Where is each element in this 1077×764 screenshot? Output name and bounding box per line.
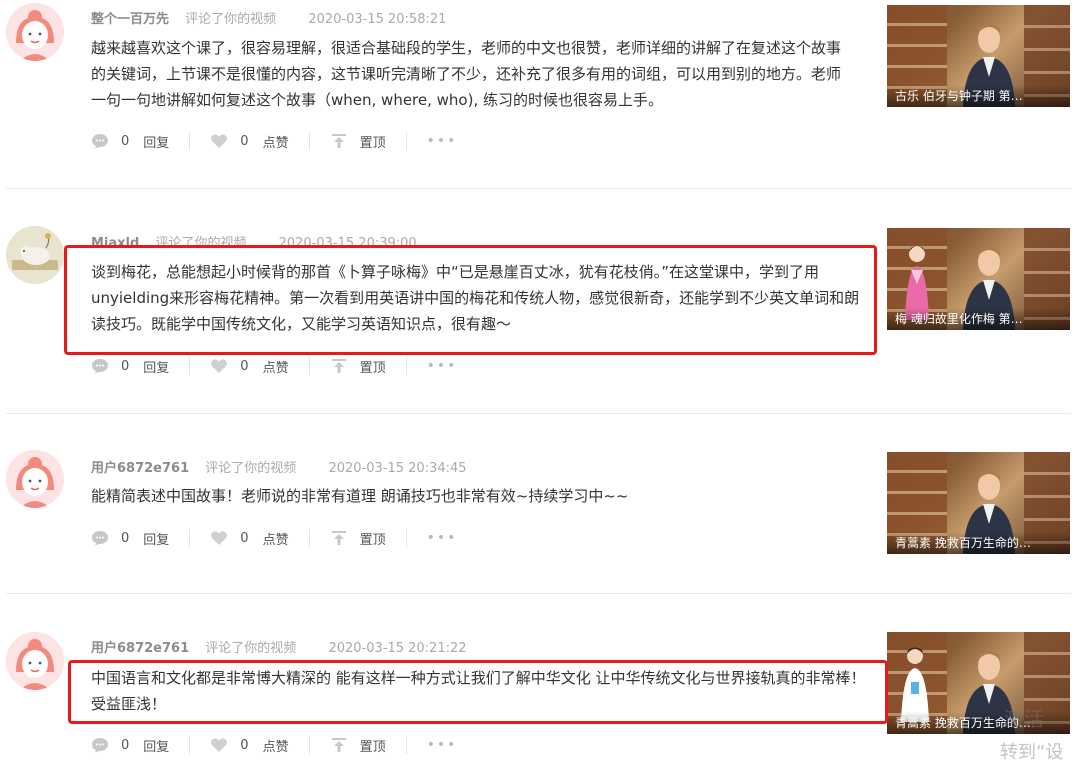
comment-text: 能精简表述中国故事！老师说的非常有道理 朗诵技巧也非常有效~持续学习中~~ <box>91 487 629 505</box>
divider <box>6 188 1071 189</box>
reply-button[interactable]: 0 回复 <box>91 357 169 376</box>
pin-label: 置顶 <box>359 360 386 376</box>
divider <box>308 529 310 547</box>
video-thumbnail[interactable]: 青蒿素 挽救百万生命的… <box>887 452 1070 554</box>
heart-icon <box>210 737 228 753</box>
comment-actions: 0 回复 0 点赞 置顶 ••• <box>91 734 457 756</box>
reply-count: 0 <box>121 737 130 753</box>
more-options-icon[interactable]: ••• <box>427 737 458 753</box>
video-thumbnail[interactable]: 梅 魂归故里化作梅 第… <box>887 228 1070 330</box>
pin-label: 置顶 <box>359 739 386 755</box>
comment-bubble-icon <box>91 530 109 546</box>
comment-action: 评论了你的视频 <box>185 12 277 27</box>
reply-count: 0 <box>121 530 130 546</box>
divider <box>189 357 191 375</box>
like-button[interactable]: 0 点赞 <box>210 132 289 151</box>
heart-icon <box>210 133 228 149</box>
like-label: 点赞 <box>262 739 289 755</box>
comment-meta: 用户6872e761 评论了你的视频 2020-03-15 20:21:22 <box>91 637 467 656</box>
comment-actions: 0 回复 0 点赞 置顶 ••• <box>91 527 457 549</box>
more-options-icon[interactable]: ••• <box>427 358 458 374</box>
cartoon-doctor-image <box>901 647 929 722</box>
reply-button[interactable]: 0 回复 <box>91 132 169 151</box>
divider <box>308 736 310 754</box>
divider <box>405 132 407 150</box>
divider <box>189 529 191 547</box>
pin-button[interactable]: 置顶 <box>330 529 386 548</box>
activation-watermark-sub: 转到“设 <box>1000 742 1064 763</box>
comment-meta: 用户6872e761 评论了你的视频 2020-03-15 20:34:45 <box>91 457 467 476</box>
like-label: 点赞 <box>262 360 289 376</box>
divider <box>6 413 1071 414</box>
pin-button[interactable]: 置顶 <box>330 736 386 755</box>
avatar[interactable] <box>6 450 64 508</box>
timestamp: 2020-03-15 20:58:21 <box>308 12 447 27</box>
divider <box>189 736 191 754</box>
reply-label: 回复 <box>143 739 170 755</box>
avatar[interactable] <box>6 3 64 61</box>
pin-button[interactable]: 置顶 <box>330 132 386 151</box>
more-options-icon[interactable]: ••• <box>427 133 458 149</box>
reply-count: 0 <box>121 358 130 374</box>
comment-meta: 整个一百万先 评论了你的视频 2020-03-15 20:58:21 <box>91 8 447 27</box>
like-button[interactable]: 0 点赞 <box>210 357 289 376</box>
like-button[interactable]: 0 点赞 <box>210 529 289 548</box>
divider <box>6 593 1071 594</box>
pin-top-icon <box>330 133 348 149</box>
heart-icon <box>210 358 228 374</box>
reply-label: 回复 <box>143 532 170 548</box>
highlight-box <box>64 245 877 355</box>
comment-actions: 0 回复 0 点赞 置顶 ••• <box>91 130 457 152</box>
username[interactable]: 用户6872e761 <box>91 641 189 656</box>
divider <box>405 736 407 754</box>
comment-bubble-icon <box>91 737 109 753</box>
video-thumbnail[interactable]: 古乐 伯牙与钟子期 第… <box>887 5 1070 107</box>
more-options-icon[interactable]: ••• <box>427 530 458 546</box>
pin-label: 置顶 <box>359 532 386 548</box>
comment-actions: 0 回复 0 点赞 置顶 ••• <box>91 355 457 377</box>
video-caption: 青蒿素 挽救百万生命的… <box>887 532 1070 554</box>
video-caption: 古乐 伯牙与钟子期 第… <box>887 85 1070 107</box>
reply-label: 回复 <box>143 360 170 376</box>
avatar[interactable] <box>6 226 64 284</box>
pin-top-icon <box>330 358 348 374</box>
comment-action: 评论了你的视频 <box>205 641 297 656</box>
like-label: 点赞 <box>262 135 289 151</box>
activation-watermark: 激活 <box>1004 707 1044 731</box>
username[interactable]: 用户6872e761 <box>91 461 189 476</box>
username[interactable]: 整个一百万先 <box>91 12 169 27</box>
like-count: 0 <box>240 358 249 374</box>
comment-action: 评论了你的视频 <box>205 461 297 476</box>
divider <box>405 529 407 547</box>
highlight-box <box>68 660 888 724</box>
timestamp: 2020-03-15 20:34:45 <box>328 461 467 476</box>
comment-text: 越来越喜欢这个课了，很容易理解，很适合基础段的学生，老师的中文也很赞，老师详细的… <box>91 39 842 109</box>
pin-top-icon <box>330 737 348 753</box>
pin-top-icon <box>330 530 348 546</box>
like-button[interactable]: 0 点赞 <box>210 736 289 755</box>
divider <box>308 357 310 375</box>
heart-icon <box>210 530 228 546</box>
divider <box>189 132 191 150</box>
like-label: 点赞 <box>262 532 289 548</box>
reply-count: 0 <box>121 133 130 149</box>
video-caption: 梅 魂归故里化作梅 第… <box>887 308 1070 330</box>
avatar[interactable] <box>6 632 64 690</box>
comment-bubble-icon <box>91 133 109 149</box>
pin-label: 置顶 <box>359 135 386 151</box>
timestamp: 2020-03-15 20:21:22 <box>328 641 467 656</box>
like-count: 0 <box>240 133 249 149</box>
reply-label: 回复 <box>143 135 170 151</box>
pin-button[interactable]: 置顶 <box>330 357 386 376</box>
comment-bubble-icon <box>91 358 109 374</box>
divider <box>405 357 407 375</box>
like-count: 0 <box>240 737 249 753</box>
like-count: 0 <box>240 530 249 546</box>
reply-button[interactable]: 0 回复 <box>91 529 169 548</box>
divider <box>308 132 310 150</box>
reply-button[interactable]: 0 回复 <box>91 736 169 755</box>
